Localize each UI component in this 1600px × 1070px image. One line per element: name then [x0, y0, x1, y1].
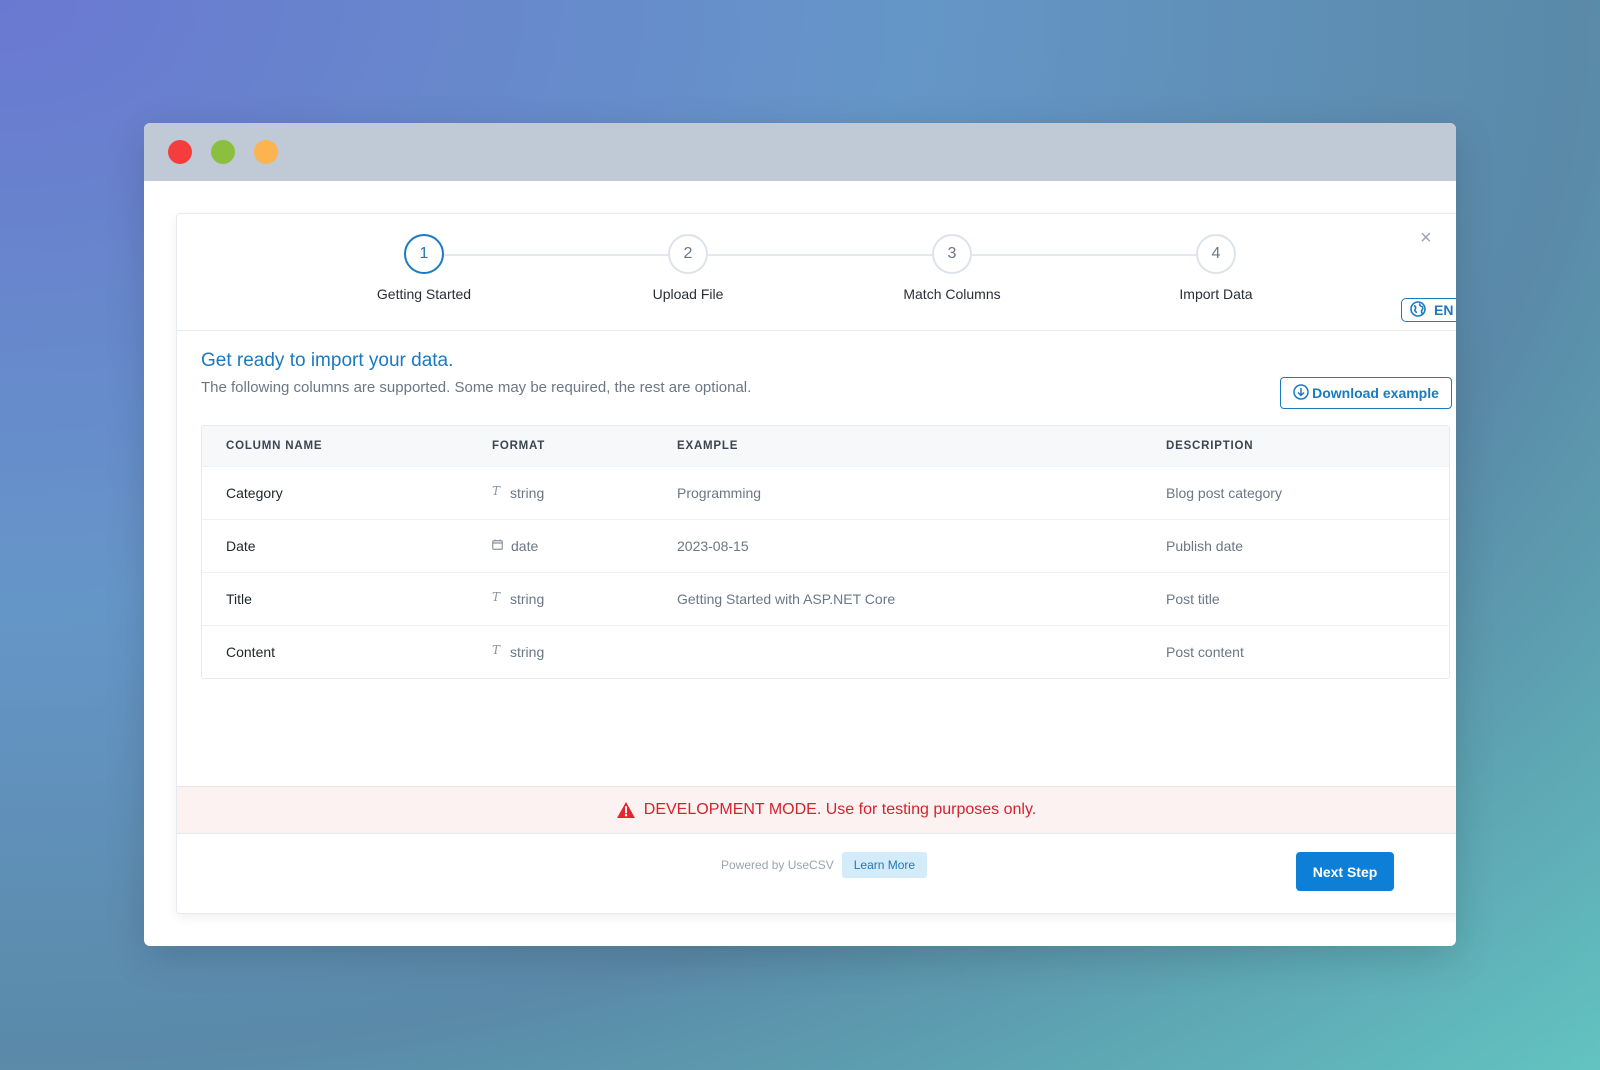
- powered-by: Powered by UseCSV Learn More: [721, 852, 928, 878]
- next-step-button[interactable]: Next Step: [1296, 852, 1394, 891]
- column-name: Content: [226, 644, 276, 660]
- table-header: COLUMN NAME FORMAT EXAMPLE DESCRIPTION: [202, 426, 1449, 466]
- globe-icon: [1410, 300, 1426, 320]
- column-description: Post title: [1166, 591, 1220, 607]
- step-match-columns: 3 Match Columns: [852, 234, 1052, 302]
- column-format: T string: [492, 590, 545, 607]
- step-label: Import Data: [1179, 286, 1253, 302]
- step-import-data: 4 Import Data: [1116, 234, 1316, 302]
- format-label: string: [510, 644, 545, 660]
- format-label: string: [510, 591, 545, 607]
- calendar-icon: [492, 539, 503, 550]
- column-format: T string: [492, 484, 545, 501]
- column-example: 2023-08-15: [677, 538, 749, 554]
- step-number: 4: [1196, 234, 1236, 274]
- download-example-button[interactable]: Download example: [1280, 377, 1452, 409]
- development-mode-text: DEVELOPMENT MODE. Use for testing purpos…: [643, 801, 1037, 818]
- step-number: 2: [668, 234, 708, 274]
- column-name: Category: [226, 485, 283, 501]
- text-type-icon: T: [492, 643, 501, 657]
- step-label: Match Columns: [903, 286, 1001, 302]
- step-number: 1: [404, 234, 444, 274]
- table-row: Category T string Programming Blog post …: [202, 466, 1449, 519]
- close-window-dot[interactable]: [168, 140, 192, 164]
- step-label: Upload File: [652, 286, 724, 302]
- development-mode-banner: DEVELOPMENT MODE. Use for testing purpos…: [177, 786, 1456, 834]
- step-label: Getting Started: [376, 286, 472, 302]
- header-column-name: COLUMN NAME: [226, 440, 323, 452]
- header-description: DESCRIPTION: [1166, 440, 1254, 452]
- language-selector[interactable]: EN: [1401, 298, 1456, 322]
- stepper: 1 Getting Started 2 Upload File 3 Match …: [177, 214, 1456, 331]
- format-label: string: [510, 485, 545, 501]
- column-example: Programming: [677, 485, 762, 501]
- column-description: Blog post category: [1166, 485, 1282, 501]
- column-description: Post content: [1166, 644, 1244, 660]
- learn-more-button[interactable]: Learn More: [841, 852, 928, 878]
- column-example: Getting Started with ASP.NET Core: [677, 591, 896, 607]
- table-row: Date date 2023-08-15 Publish date: [202, 519, 1449, 572]
- step-upload-file: 2 Upload File: [588, 234, 788, 302]
- column-name: Title: [226, 591, 252, 607]
- title-bar: [144, 123, 1456, 181]
- table-row: Content T string Post content: [202, 625, 1449, 678]
- language-label: EN: [1434, 302, 1454, 318]
- download-circle-icon: [1293, 383, 1309, 403]
- stepper-line: [424, 254, 1204, 256]
- header-format: FORMAT: [492, 440, 546, 452]
- close-icon[interactable]: ×: [1420, 228, 1432, 248]
- importer-panel: 1 Getting Started 2 Upload File 3 Match …: [176, 213, 1456, 914]
- powered-by-text: Powered by UseCSV: [721, 858, 834, 872]
- download-example-label: Download example: [1312, 385, 1439, 401]
- page-subtitle: The following columns are supported. Som…: [201, 379, 752, 396]
- maximize-window-dot[interactable]: [211, 140, 235, 164]
- minimize-window-dot[interactable]: [254, 140, 278, 164]
- text-type-icon: T: [492, 590, 501, 604]
- step-number: 3: [932, 234, 972, 274]
- warning-icon: [616, 801, 636, 819]
- table-row: Title T string Getting Started with ASP.…: [202, 572, 1449, 625]
- column-format: T string: [492, 643, 545, 660]
- columns-table: COLUMN NAME FORMAT EXAMPLE DESCRIPTION C…: [201, 425, 1450, 679]
- format-label: date: [511, 538, 539, 554]
- text-type-icon: T: [492, 484, 501, 498]
- app-window: 1 Getting Started 2 Upload File 3 Match …: [144, 123, 1456, 946]
- step-getting-started: 1 Getting Started: [324, 234, 524, 302]
- column-description: Publish date: [1166, 538, 1244, 554]
- column-name: Date: [226, 538, 256, 554]
- column-format: date: [492, 538, 538, 554]
- page-title: Get ready to import your data.: [201, 350, 454, 371]
- header-example: EXAMPLE: [677, 440, 739, 452]
